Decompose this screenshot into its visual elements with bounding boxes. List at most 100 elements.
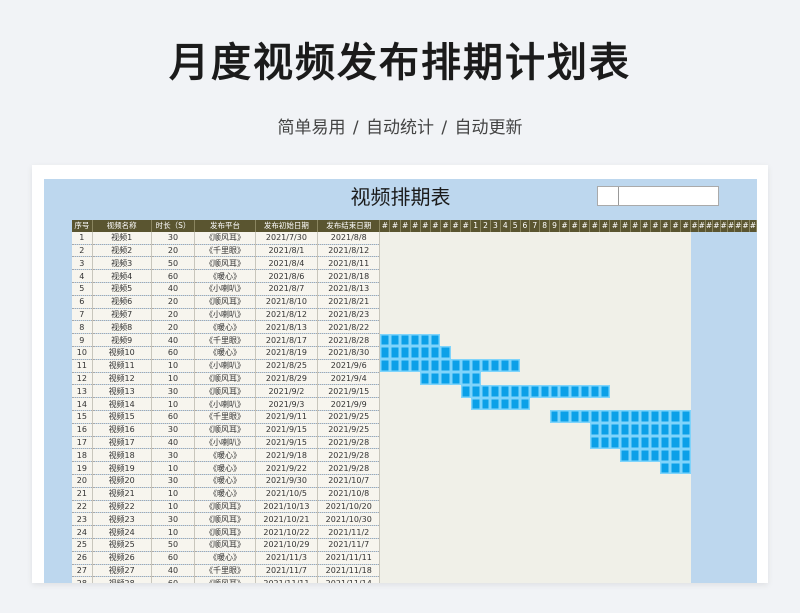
platform-cell[interactable]: 《顺风耳》 (194, 576, 256, 583)
video-name-cell[interactable]: 视频18 (92, 448, 152, 463)
platform-cell[interactable]: 《小喇叭》 (194, 308, 256, 322)
row-number-cell[interactable]: 22 (72, 500, 93, 514)
platform-cell[interactable]: 《顺风耳》 (194, 372, 256, 386)
duration-cell[interactable]: 20 (151, 320, 196, 335)
video-name-cell[interactable]: 视频12 (92, 372, 152, 386)
end-date-cell[interactable]: 2021/11/2 (317, 525, 381, 539)
duration-cell[interactable]: 20 (151, 244, 196, 258)
platform-cell[interactable]: 《暖心》 (194, 448, 256, 463)
end-date-cell[interactable]: 2021/8/21 (317, 295, 381, 309)
end-date-cell[interactable]: 2021/9/6 (317, 359, 381, 373)
start-date-cell[interactable]: 2021/9/15 (255, 436, 319, 450)
duration-cell[interactable]: 10 (151, 372, 196, 386)
start-date-cell[interactable]: 2021/11/11 (255, 576, 319, 583)
start-date-cell[interactable]: 2021/8/25 (255, 359, 319, 373)
video-name-cell[interactable]: 视频2 (92, 244, 152, 258)
start-date-cell[interactable]: 2021/9/18 (255, 448, 319, 463)
platform-cell[interactable]: 《顺风耳》 (194, 231, 256, 245)
end-date-cell[interactable]: 2021/10/20 (317, 500, 381, 514)
end-date-cell[interactable]: 2021/9/28 (317, 461, 381, 475)
row-number-cell[interactable]: 27 (72, 564, 93, 578)
platform-cell[interactable]: 《顺风耳》 (194, 512, 256, 527)
platform-cell[interactable]: 《暖心》 (194, 487, 256, 501)
platform-cell[interactable]: 《小喇叭》 (194, 436, 256, 450)
start-date-cell[interactable]: 2021/10/29 (255, 538, 319, 552)
start-date-cell[interactable]: 2021/11/7 (255, 564, 319, 578)
video-name-cell[interactable]: 视频5 (92, 282, 152, 296)
row-number-cell[interactable]: 19 (72, 461, 93, 475)
start-date-cell[interactable]: 2021/10/13 (255, 500, 319, 514)
platform-cell[interactable]: 《顺风耳》 (194, 295, 256, 309)
duration-cell[interactable]: 10 (151, 461, 196, 475)
start-date-cell[interactable]: 2021/9/11 (255, 410, 319, 424)
duration-cell[interactable]: 50 (151, 256, 196, 271)
duration-cell[interactable]: 30 (151, 423, 196, 437)
end-date-cell[interactable]: 2021/8/18 (317, 269, 381, 283)
duration-cell[interactable]: 40 (151, 333, 196, 347)
duration-cell[interactable]: 30 (151, 474, 196, 488)
video-name-cell[interactable]: 视频6 (92, 295, 152, 309)
row-number-cell[interactable]: 26 (72, 551, 93, 565)
platform-cell[interactable]: 《顺风耳》 (194, 423, 256, 437)
video-name-cell[interactable]: 视频8 (92, 320, 152, 335)
header-col-name[interactable]: 视频名称 (92, 220, 152, 232)
row-number-cell[interactable]: 10 (72, 346, 93, 360)
end-date-cell[interactable]: 2021/9/25 (317, 410, 381, 424)
row-number-cell[interactable]: 8 (72, 320, 93, 335)
row-number-cell[interactable]: 5 (72, 282, 93, 296)
row-number-cell[interactable]: 3 (72, 256, 93, 271)
start-date-cell[interactable]: 2021/8/29 (255, 372, 319, 386)
duration-cell[interactable]: 10 (151, 487, 196, 501)
row-number-cell[interactable]: 16 (72, 423, 93, 437)
video-name-cell[interactable]: 视频11 (92, 359, 152, 373)
duration-cell[interactable]: 40 (151, 564, 196, 578)
platform-cell[interactable]: 《小喇叭》 (194, 359, 256, 373)
month-selector[interactable] (597, 186, 719, 206)
platform-cell[interactable]: 《暖心》 (194, 269, 256, 283)
video-name-cell[interactable]: 视频25 (92, 538, 152, 552)
end-date-cell[interactable]: 2021/8/23 (317, 308, 381, 322)
end-date-cell[interactable]: 2021/11/11 (317, 551, 381, 565)
platform-cell[interactable]: 《千里眼》 (194, 333, 256, 347)
start-date-cell[interactable]: 2021/9/22 (255, 461, 319, 475)
end-date-cell[interactable]: 2021/10/8 (317, 487, 381, 501)
video-name-cell[interactable]: 视频24 (92, 525, 152, 539)
start-date-cell[interactable]: 2021/8/13 (255, 320, 319, 335)
row-number-cell[interactable]: 25 (72, 538, 93, 552)
duration-cell[interactable]: 30 (151, 231, 196, 245)
row-number-cell[interactable]: 14 (72, 397, 93, 411)
video-name-cell[interactable]: 视频1 (92, 231, 152, 245)
platform-cell[interactable]: 《千里眼》 (194, 564, 256, 578)
duration-cell[interactable]: 30 (151, 512, 196, 527)
duration-cell[interactable]: 20 (151, 295, 196, 309)
video-name-cell[interactable]: 视频22 (92, 500, 152, 514)
duration-cell[interactable]: 60 (151, 551, 196, 565)
end-date-cell[interactable]: 2021/10/7 (317, 474, 381, 488)
video-name-cell[interactable]: 视频21 (92, 487, 152, 501)
end-date-cell[interactable]: 2021/11/18 (317, 564, 381, 578)
end-date-cell[interactable]: 2021/8/13 (317, 282, 381, 296)
duration-cell[interactable]: 10 (151, 500, 196, 514)
end-date-cell[interactable]: 2021/8/22 (317, 320, 381, 335)
video-name-cell[interactable]: 视频7 (92, 308, 152, 322)
start-date-cell[interactable]: 2021/8/12 (255, 308, 319, 322)
start-date-cell[interactable]: 2021/8/1 (255, 244, 319, 258)
platform-cell[interactable]: 《暖心》 (194, 474, 256, 488)
platform-cell[interactable]: 《顺风耳》 (194, 256, 256, 271)
end-date-cell[interactable]: 2021/9/4 (317, 372, 381, 386)
platform-cell[interactable]: 《千里眼》 (194, 410, 256, 424)
video-name-cell[interactable]: 视频23 (92, 512, 152, 527)
end-date-cell[interactable]: 2021/8/30 (317, 346, 381, 360)
platform-cell[interactable]: 《暖心》 (194, 320, 256, 335)
video-name-cell[interactable]: 视频19 (92, 461, 152, 475)
video-name-cell[interactable]: 视频9 (92, 333, 152, 347)
video-name-cell[interactable]: 视频27 (92, 564, 152, 578)
video-name-cell[interactable]: 视频15 (92, 410, 152, 424)
duration-cell[interactable]: 40 (151, 282, 196, 296)
duration-cell[interactable]: 60 (151, 410, 196, 424)
start-date-cell[interactable]: 2021/9/30 (255, 474, 319, 488)
platform-cell[interactable]: 《千里眼》 (194, 244, 256, 258)
duration-cell[interactable]: 50 (151, 538, 196, 552)
video-name-cell[interactable]: 视频3 (92, 256, 152, 271)
video-name-cell[interactable]: 视频26 (92, 551, 152, 565)
